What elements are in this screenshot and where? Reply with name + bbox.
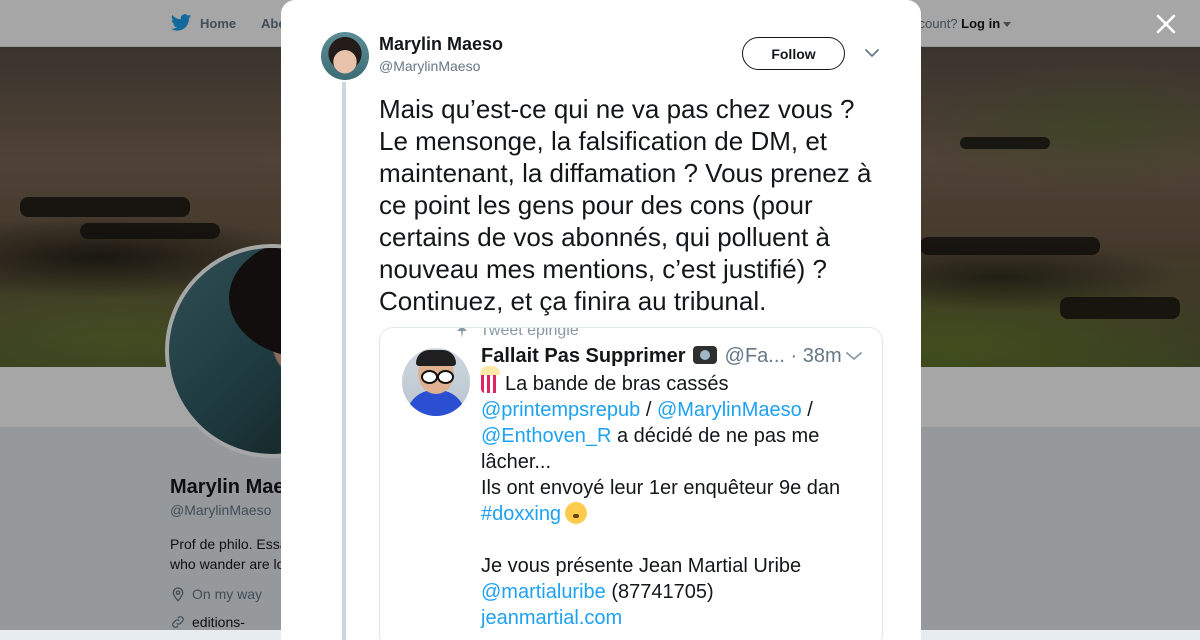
embed-mention: @printempsrepub bbox=[481, 399, 641, 421]
tweet-text: Mais qu’est-ce qui ne va pas chez vous ?… bbox=[379, 94, 872, 316]
embed-website: jeanmartial.com bbox=[481, 607, 623, 629]
embed-line: #doxxing bbox=[481, 501, 871, 527]
shushing-face-icon bbox=[565, 502, 588, 524]
thread-line bbox=[342, 82, 346, 640]
embed-line-text: La bande de bras cassés bbox=[505, 373, 729, 395]
embed-line: @printempsrepub / @MarylinMaeso / bbox=[481, 397, 871, 423]
chevron-down-icon bbox=[846, 352, 862, 360]
embed-phone: (87741705) bbox=[605, 581, 714, 603]
embed-handle-time: @Fa... · 38m bbox=[724, 345, 842, 367]
embed-line: @Enthoven_R a décidé de ne pas me lâcher… bbox=[481, 423, 871, 475]
embed-line: Je vous présente Jean Martial Uribe bbox=[481, 555, 802, 577]
embed-line: @martialuribe (87741705) bbox=[481, 579, 871, 605]
tweet-attached-image[interactable]: Tweet épinglé Fallait Pas Supprimer @Fa.… bbox=[379, 327, 883, 640]
avatar-detail bbox=[437, 370, 454, 384]
embed-blank-line bbox=[481, 527, 871, 553]
embed-author-name: Fallait Pas Supprimer bbox=[481, 345, 686, 367]
pin-icon bbox=[457, 328, 467, 338]
embed-mention: @MarylinMaeso bbox=[656, 399, 802, 421]
follow-button[interactable]: Follow bbox=[742, 37, 845, 70]
avatar-detail bbox=[421, 370, 438, 384]
author-name[interactable]: Marylin Maeso bbox=[379, 34, 503, 55]
embed-separator: / bbox=[640, 399, 657, 421]
pinned-tweet-label: Tweet épinglé bbox=[454, 327, 579, 340]
avatar-detail bbox=[416, 350, 456, 366]
embed-header: Fallait Pas Supprimer @Fa... · 38m bbox=[481, 345, 842, 368]
camera-icon bbox=[693, 346, 718, 364]
popcorn-icon bbox=[480, 366, 500, 393]
embed-hashtag: #doxxing bbox=[481, 503, 562, 525]
embed-line: La bande de bras cassés bbox=[480, 366, 871, 397]
tweet-permalink-modal: Marylin Maeso @MarylinMaeso Follow Mais … bbox=[281, 0, 921, 640]
author-avatar[interactable] bbox=[321, 32, 369, 80]
embed-mention: @Enthoven_R bbox=[481, 425, 612, 447]
chevron-down-icon[interactable] bbox=[865, 48, 879, 58]
embed-tweet-text: La bande de bras cassés @printempsrepub … bbox=[480, 366, 871, 631]
embed-separator: / bbox=[801, 399, 813, 421]
embed-line: Ils ont envoyé leur 1er enquêteur 9e dan bbox=[481, 477, 841, 499]
close-icon[interactable] bbox=[1152, 10, 1180, 38]
embed-author-avatar bbox=[402, 348, 470, 416]
embed-mention: @martialuribe bbox=[481, 581, 606, 603]
author-handle[interactable]: @MarylinMaeso bbox=[379, 58, 480, 74]
pinned-text: Tweet épinglé bbox=[480, 327, 579, 339]
